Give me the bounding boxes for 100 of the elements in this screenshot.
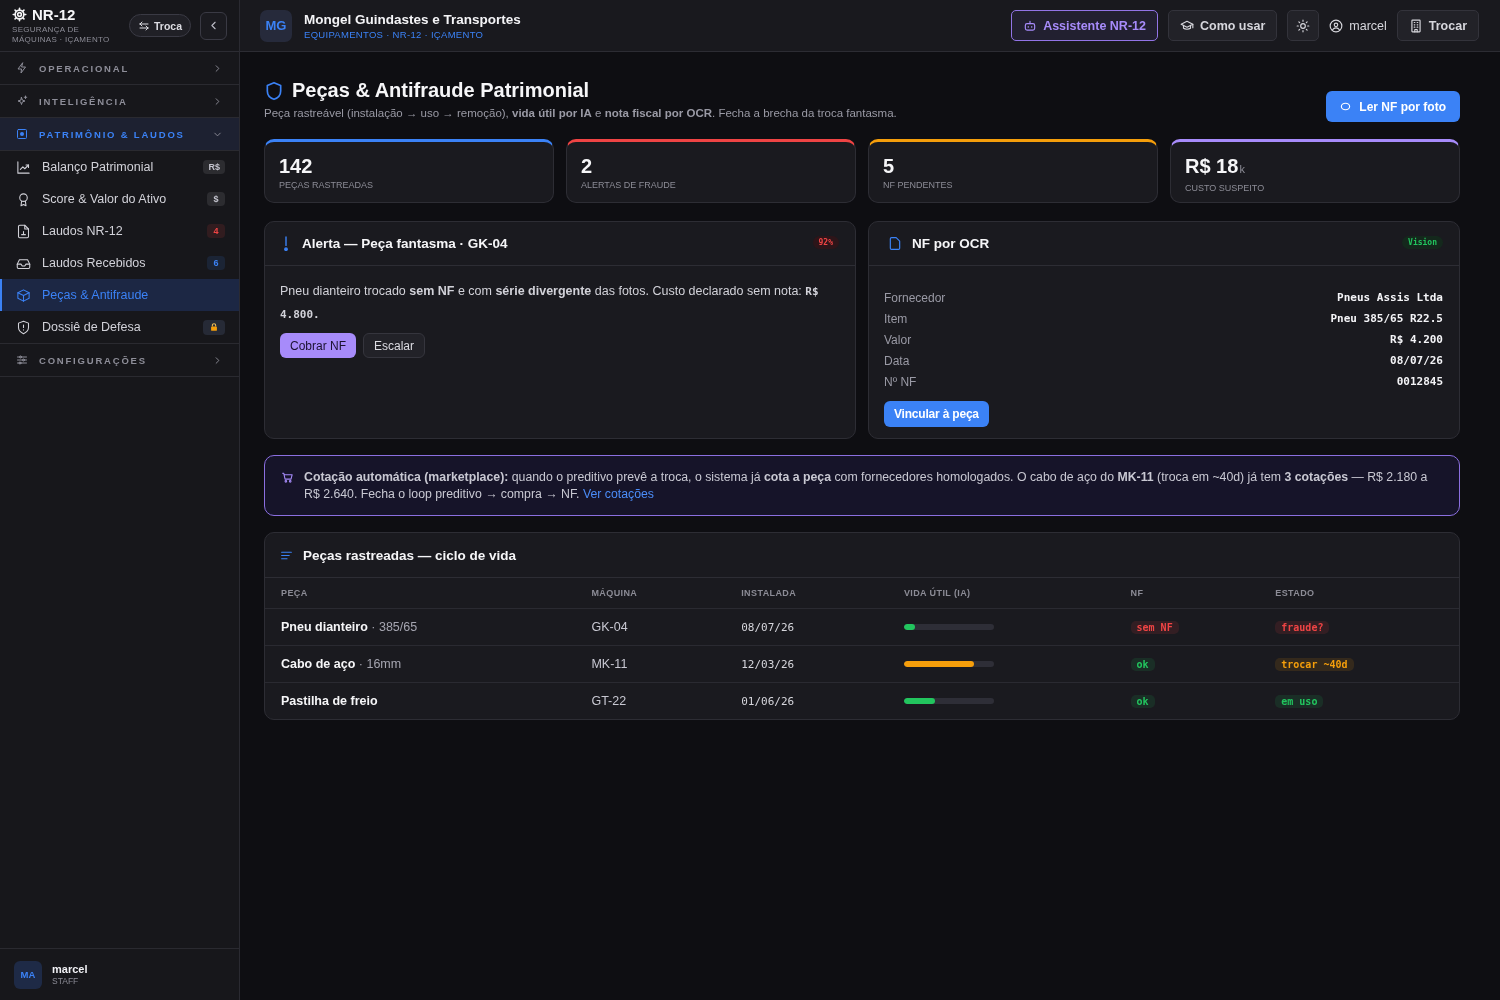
count-badge: 6 bbox=[207, 256, 225, 270]
sidebar-section[interactable]: PATRIMÔNIO & LAUDOS bbox=[0, 118, 239, 151]
shield-icon bbox=[264, 80, 284, 101]
sun-icon bbox=[1296, 18, 1311, 33]
user-icon bbox=[1329, 18, 1344, 33]
table-cell: MK-11 bbox=[591, 657, 628, 671]
line-chart-icon bbox=[16, 159, 31, 175]
medal-icon bbox=[16, 191, 31, 207]
switch-button[interactable]: Troca bbox=[129, 14, 191, 37]
field-label: Fornecedor bbox=[884, 290, 946, 305]
action-button[interactable]: Cobrar NF bbox=[280, 333, 356, 358]
page-title: Peças & Antifraude Patrimonial bbox=[292, 79, 590, 102]
breadcrumb: EQUIPAMENTOS · NR-12 · IÇAMENTO bbox=[304, 28, 485, 40]
column-header: NF bbox=[1130, 588, 1145, 598]
status-badge: fraude? bbox=[1275, 620, 1330, 634]
field-value: R$ 4.200 bbox=[1390, 333, 1443, 346]
action-button[interactable]: Escalar bbox=[363, 333, 426, 358]
card-title: Peças rastreadas — ciclo de vida bbox=[303, 547, 518, 563]
nf-badge: ok bbox=[1130, 657, 1155, 671]
stat-value: 5 bbox=[883, 155, 896, 177]
field-label: Nº NF bbox=[884, 374, 917, 389]
field-value: 08/07/26 bbox=[1390, 354, 1443, 367]
field-value: Pneu 385/65 R22.5 bbox=[1330, 312, 1443, 325]
stat-value: 142 bbox=[279, 155, 314, 177]
status-badge: em uso bbox=[1275, 694, 1324, 708]
field-value: 0012845 bbox=[1396, 375, 1443, 388]
stat-value: 2 bbox=[581, 155, 594, 177]
table-cell: 12/03/26 bbox=[741, 657, 795, 671]
app-title: NR-12 bbox=[32, 6, 76, 23]
stat-label: PEÇAS RASTREADAS bbox=[279, 180, 375, 190]
help-button[interactable]: Como usar bbox=[1167, 10, 1278, 41]
stat-label: CUSTO SUSPEITO bbox=[1185, 183, 1266, 193]
sliders-icon bbox=[16, 354, 28, 366]
user-role: STAFF bbox=[52, 976, 80, 986]
read-invoice-button[interactable]: Ler NF por foto bbox=[1326, 91, 1460, 122]
shield-icon bbox=[16, 319, 31, 335]
stat-label: ALERTAS DE FRAUDE bbox=[581, 180, 677, 190]
sidebar-item[interactable]: Dossiê de Defesa bbox=[0, 311, 239, 343]
exclamation-icon bbox=[284, 236, 288, 251]
gear-icon bbox=[12, 7, 27, 22]
column-header: PEÇA bbox=[281, 588, 309, 598]
user-name: marcel bbox=[52, 963, 88, 975]
banner-text: Cotação automática (marketplace): quando o preditivo prevê a troca, o sistema já cota a peça com fornecedores homologados. O cabo de aço do MK-11 (troca em ~40d) já tem 3 cotações — R$ 2.180 a R$ 2.640. Fecha o loop preditivo → compra → NF. Ver cotações bbox=[304, 469, 1429, 503]
switch-company-button[interactable]: Trocar bbox=[1396, 10, 1479, 41]
swap-arrows-icon bbox=[138, 19, 150, 32]
nf-badge: sem NF bbox=[1130, 620, 1179, 634]
column-header: VIDA ÚTIL (IA) bbox=[903, 588, 972, 598]
table-cell: Pneu dianteiro · 385/65 bbox=[281, 620, 418, 634]
count-badge: 4 bbox=[207, 224, 225, 238]
card-title: Alerta — Peça fantasma · GK-04 bbox=[302, 236, 509, 251]
column-header: INSTALADA bbox=[741, 588, 798, 598]
lightning-icon bbox=[16, 62, 28, 74]
file-icon bbox=[888, 236, 902, 251]
stat-label: NF PENDENTES bbox=[883, 180, 954, 190]
file-icon bbox=[16, 223, 31, 239]
table-cell: GK-04 bbox=[591, 620, 628, 634]
robot-icon bbox=[1023, 18, 1038, 33]
field-label: Valor bbox=[884, 332, 912, 347]
company-avatar: MG bbox=[260, 9, 292, 42]
ring-icon bbox=[1340, 101, 1352, 112]
field-label: Data bbox=[884, 353, 910, 368]
source-badge: Vision bbox=[1402, 236, 1443, 249]
sidebar-item[interactable]: Score & Valor do Ativo $ bbox=[0, 183, 239, 215]
field-label: Item bbox=[884, 311, 908, 326]
table-cell: 01/06/26 bbox=[741, 694, 795, 708]
app-subtitle: SEGURANÇA DE MÁQUINAS · IÇAMENTO bbox=[12, 25, 111, 45]
count-badge: R$ bbox=[203, 160, 225, 174]
sidebar-item[interactable]: Laudos Recebidos 6 bbox=[0, 247, 239, 279]
table-cell: Cabo de aço · 16mm bbox=[281, 657, 402, 671]
nf-badge: ok bbox=[1130, 694, 1155, 708]
theme-toggle-button[interactable] bbox=[1287, 10, 1320, 41]
alert-text: Pneu dianteiro trocado sem NF e com série divergente das fotos. Custo declarado sem nota: R$ 4.800. bbox=[280, 283, 820, 323]
score-badge: 92% bbox=[812, 236, 839, 249]
column-header: ESTADO bbox=[1275, 588, 1316, 598]
link[interactable]: Ver cotações bbox=[582, 487, 654, 501]
card-title: NF por OCR bbox=[912, 236, 991, 251]
sidebar-item[interactable]: Laudos NR-12 4 bbox=[0, 215, 239, 247]
user-avatar: MA bbox=[14, 960, 42, 989]
status-badge: trocar ~40d bbox=[1275, 657, 1354, 671]
sidebar-section[interactable]: OPERACIONAL bbox=[0, 52, 239, 85]
user-name: marcel bbox=[1349, 18, 1387, 33]
field-value: Pneus Assis Ltda bbox=[1337, 291, 1443, 304]
table-cell: Pastilha de freio bbox=[281, 694, 378, 708]
link-part-button[interactable]: Vincular à peça bbox=[884, 401, 989, 427]
company-name: Mongel Guindastes e Transportes bbox=[304, 11, 522, 27]
stat-value: R$ 18k bbox=[1185, 155, 1246, 179]
page-subtitle: Peça rastreável (instalação → uso → remoção), vida útil por IA e nota fiscal por OCR. Fecha a brecha da troca fantasma. bbox=[264, 107, 897, 119]
count-badge: $ bbox=[207, 192, 225, 206]
column-header: MÁQUINA bbox=[591, 588, 639, 598]
assistant-button[interactable]: Assistente NR-12 bbox=[1011, 10, 1158, 41]
sidebar-item[interactable]: Balanço Patrimonial R$ bbox=[0, 151, 239, 183]
sparkle-icon bbox=[16, 95, 28, 107]
building-icon bbox=[1408, 18, 1423, 33]
table-cell: GT-22 bbox=[591, 694, 627, 708]
graduation-cap-icon bbox=[1179, 18, 1194, 33]
table-cell: 08/07/26 bbox=[741, 620, 795, 634]
cube-icon bbox=[16, 287, 31, 303]
cart-icon bbox=[281, 471, 294, 484]
sidebar-section[interactable]: CONFIGURAÇÕES bbox=[0, 344, 239, 377]
sidebar-item[interactable]: Peças & Antifraude bbox=[0, 279, 239, 311]
